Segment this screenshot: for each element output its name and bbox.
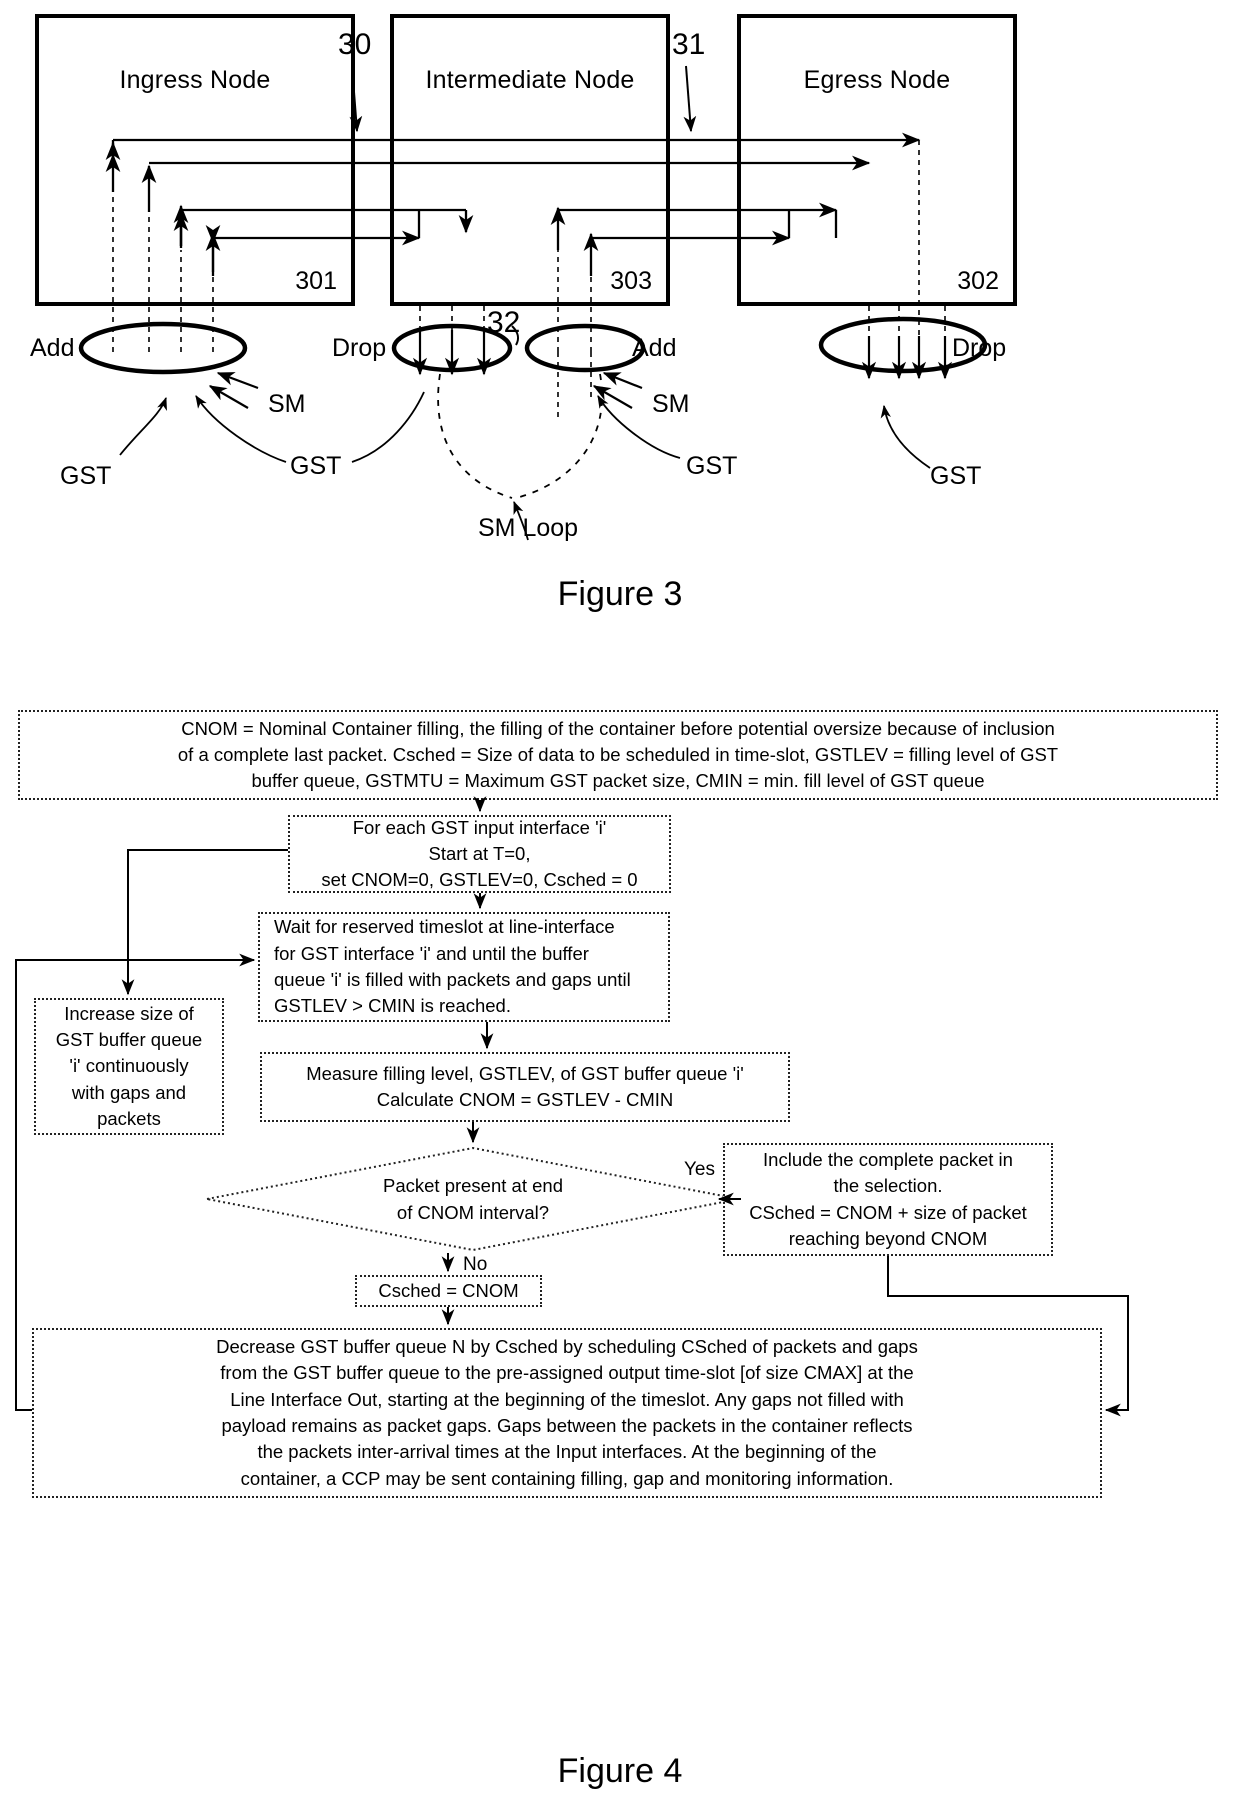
drop-ellipse-egress xyxy=(818,316,988,374)
add-ellipse-ingress xyxy=(78,321,248,375)
figure-3-caption: Figure 3 xyxy=(557,575,683,613)
patent-figure-page: Ingress Node 301 Intermediate Node 303 E… xyxy=(0,0,1240,1815)
figure-3: Ingress Node 301 Intermediate Node 303 E… xyxy=(0,0,1240,640)
figure-3-connectors xyxy=(78,65,988,541)
figure-4-caption: Figure 4 xyxy=(557,1752,683,1790)
figure-4: CNOM = Nominal Container filling, the fi… xyxy=(0,690,1240,1815)
add-ellipse-intermediate xyxy=(524,323,646,373)
figure-4-connectors xyxy=(15,796,1129,1417)
